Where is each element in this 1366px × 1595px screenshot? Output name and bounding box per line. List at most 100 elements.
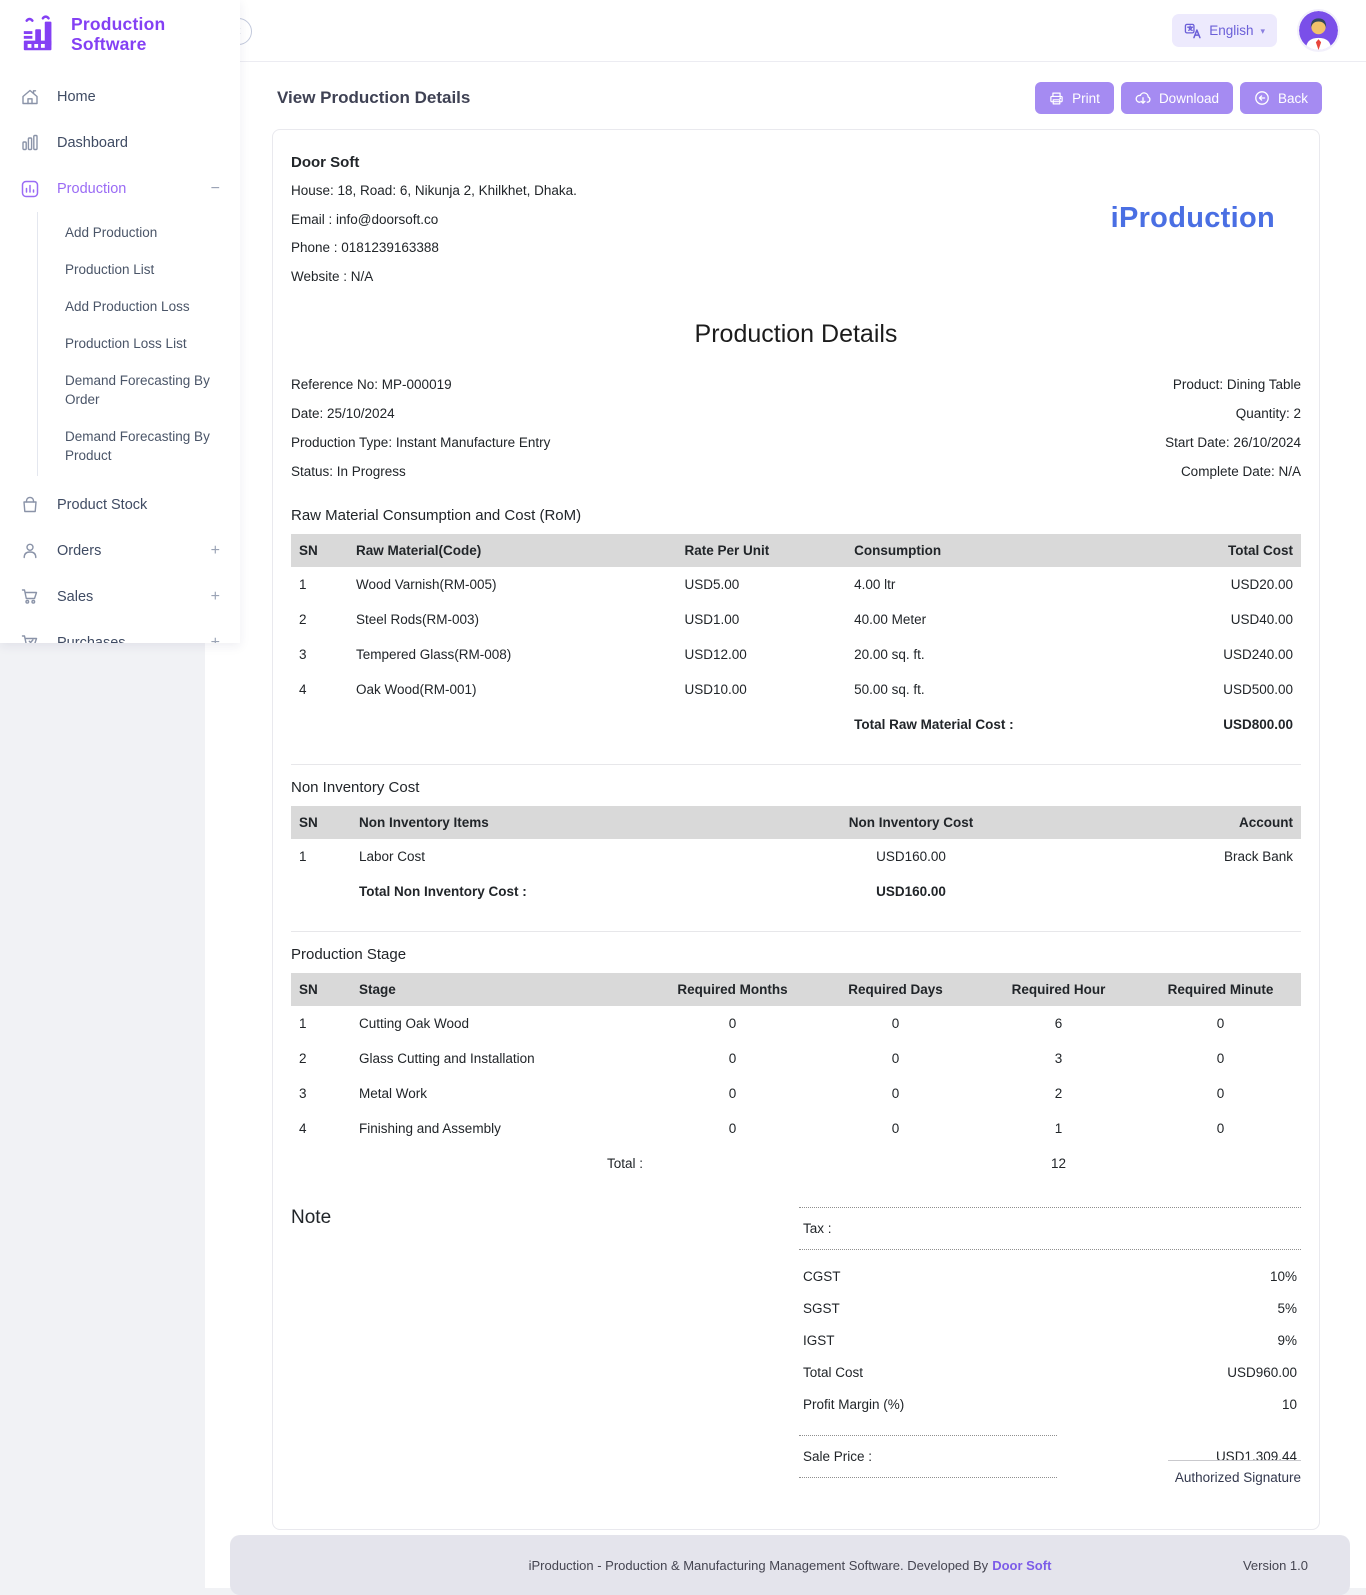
sidebar-item-dashboard[interactable]: Dashboard [0,120,240,166]
expand-plus-icon[interactable]: + [211,634,220,643]
table-row: 4Oak Wood(RM-001) USD10.0050.00 sq. ft. … [291,672,1301,707]
col-items: Non Inventory Items [351,806,731,839]
top-header-bar: ‹ English ▾ [205,0,1366,62]
footer-text: iProduction - Production & Manufacturing… [529,1558,989,1573]
tax-value: 9% [1277,1333,1297,1348]
production-status: Status: In Progress [291,464,550,479]
company-name: Door Soft [291,154,1301,171]
sidebar-item-demand-forecasting-by-order[interactable]: Demand Forecasting By Order [65,362,226,418]
sidebar-item-production-loss-list[interactable]: Production Loss List [65,325,226,362]
table-header-row: SN Stage Required Months Required Days R… [291,973,1301,1006]
tax-label: IGST [803,1333,835,1348]
sidebar-item-label: Production [57,181,126,197]
tax-label: CGST [803,1269,841,1284]
sidebar-item-add-production-loss[interactable]: Add Production Loss [65,288,226,325]
col-sn: SN [291,534,348,567]
orders-icon [20,541,40,561]
user-avatar[interactable] [1299,11,1338,50]
sales-cart-icon [20,587,40,607]
main-content-area: ‹ English ▾ View Production [205,0,1366,1588]
stage-section-title: Production Stage [291,946,1301,963]
production-submenu: Add Production Production List Add Produ… [37,212,240,476]
stage-total-value: 12 [977,1146,1140,1181]
profit-margin-row: Profit Margin (%) 10 [803,1389,1297,1421]
production-type: Production Type: Instant Manufacture Ent… [291,435,550,450]
col-total-cost: Total Cost [1215,534,1301,567]
table-total-row: Total Non Inventory Cost : USD160.00 [291,874,1301,909]
language-selector[interactable]: English ▾ [1172,14,1277,47]
factory-logo-icon [20,14,60,54]
sidebar-item-product-stock[interactable]: Product Stock [0,482,240,528]
page-title: View Production Details [277,88,470,108]
production-date: Date: 25/10/2024 [291,406,550,421]
production-meta-right: Product: Dining Table Quantity: 2 Start … [1165,377,1301,493]
col-required-minute: Required Minute [1140,973,1301,1006]
section-divider [291,764,1301,765]
expand-plus-icon[interactable]: + [211,542,220,560]
non-inventory-total-label: Total Non Inventory Cost : [351,874,731,909]
sidebar-item-production[interactable]: Production − [0,166,240,212]
production-meta-left: Reference No: MP-000019 Date: 25/10/2024… [291,377,550,493]
caret-down-icon: ▾ [1260,26,1265,37]
sidebar-item-label: Sales [57,589,93,605]
total-cost-value: USD960.00 [1227,1365,1297,1380]
table-row: 3Tempered Glass(RM-008) USD12.0020.00 sq… [291,637,1301,672]
sidebar-item-home[interactable]: Home [0,74,240,120]
stage-total-label: Total : [351,1146,651,1181]
back-button-label: Back [1278,91,1308,106]
sidebar: Production Software Home [0,0,240,643]
profit-margin-label: Profit Margin (%) [803,1397,904,1412]
sidebar-item-production-list[interactable]: Production List [65,251,226,288]
language-label: English [1209,23,1253,38]
dashboard-icon [20,133,40,153]
sidebar-item-sales[interactable]: Sales + [0,574,240,620]
sidebar-item-label: Dashboard [57,135,128,151]
document-heading: Production Details [291,320,1301,349]
col-sn: SN [291,806,351,839]
table-row: 3Metal Work 00 20 [291,1076,1301,1111]
download-button-label: Download [1159,91,1219,106]
note-title: Note [291,1207,799,1229]
sidebar-item-label: Orders [57,543,101,559]
sidebar-item-add-production[interactable]: Add Production [65,214,226,251]
table-header-row: SN Non Inventory Items Non Inventory Cos… [291,806,1301,839]
print-button[interactable]: Print [1035,82,1114,114]
col-sn: SN [291,973,351,1006]
collapse-minus-icon[interactable]: − [211,180,220,198]
sidebar-item-demand-forecasting-by-product[interactable]: Demand Forecasting By Product [65,418,226,474]
back-button[interactable]: Back [1240,82,1322,114]
col-consumption: Consumption [846,534,1215,567]
sidebar-item-purchases[interactable]: Purchases + [0,620,240,643]
col-required-months: Required Months [651,973,814,1006]
home-icon [20,87,40,107]
expand-plus-icon[interactable]: + [211,588,220,606]
table-total-row: Total : 12 [291,1146,1301,1181]
translate-icon [1184,22,1202,40]
table-row: 1Wood Varnish(RM-005) USD5.004.00 ltr US… [291,567,1301,602]
brand-name-line1: Production [71,14,165,34]
profit-margin-value: 10 [1282,1397,1297,1412]
table-total-row: Total Raw Material Cost : USD800.00 [291,707,1301,742]
col-required-hour: Required Hour [977,973,1140,1006]
footer-brand-link[interactable]: Door Soft [992,1558,1051,1573]
total-cost-row: Total Cost USD960.00 [803,1357,1297,1389]
table-row: 2Glass Cutting and Installation 00 30 [291,1041,1301,1076]
sidebar-item-orders[interactable]: Orders + [0,528,240,574]
footer-version: Version 1.0 [1243,1558,1308,1573]
complete-date: Complete Date: N/A [1165,464,1301,479]
col-account: Account [1091,806,1301,839]
rom-section-title: Raw Material Consumption and Cost (RoM) [291,507,1301,524]
rom-total-label: Total Raw Material Cost : [846,707,1215,742]
table-header-row: SN Raw Material(Code) Rate Per Unit Cons… [291,534,1301,567]
sidebar-item-label: Product Stock [57,497,147,513]
download-button[interactable]: Download [1121,82,1233,114]
printer-icon [1049,91,1064,106]
company-website: Website : N/A [291,269,1301,284]
sidebar-item-label: Home [57,89,96,105]
sidebar-item-label: Purchases [57,635,126,643]
back-circle-icon [1254,90,1270,106]
company-phone: Phone : 0181239163388 [291,240,1301,255]
section-divider [291,931,1301,932]
app-logo[interactable]: Production Software [0,0,240,66]
company-address: House: 18, Road: 6, Nikunja 2, Khilkhet,… [291,183,1301,198]
